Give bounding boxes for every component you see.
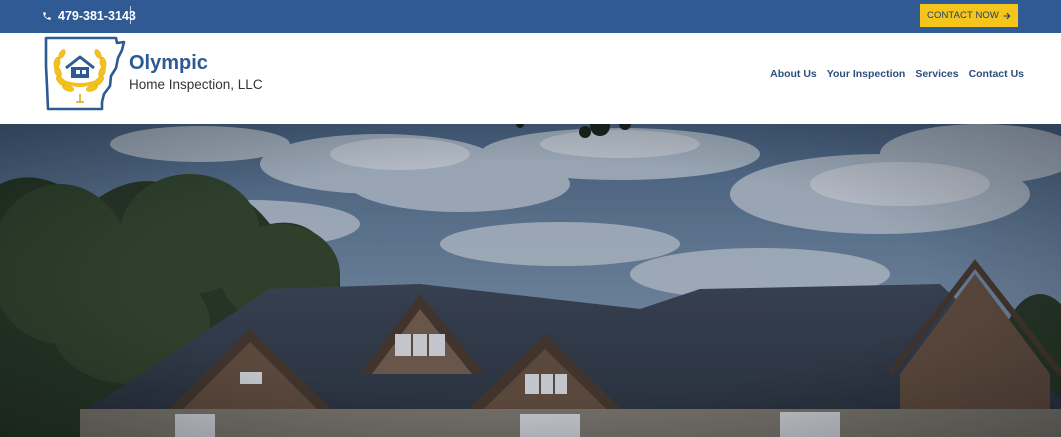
nav-item-services[interactable]: Services — [915, 68, 958, 80]
site-header: Olympic Home Inspection, LLC About Us Yo… — [0, 33, 1061, 124]
hero-image — [0, 124, 1061, 437]
nav-item-about-us[interactable]: About Us — [770, 68, 817, 80]
top-bar: 479-381-3143 CONTACT NOW — [0, 0, 1061, 33]
nav-item-your-inspection[interactable]: Your Inspection — [827, 68, 906, 80]
site-logo[interactable] — [44, 36, 126, 111]
main-nav: About Us Your Inspection Services Contac… — [770, 68, 1024, 80]
contact-now-button[interactable]: CONTACT NOW — [920, 4, 1018, 27]
arrow-right-icon — [1003, 12, 1011, 19]
nav-item-contact-us[interactable]: Contact Us — [969, 68, 1024, 80]
house-exterior-photo — [0, 124, 1061, 437]
contact-now-label: CONTACT NOW — [927, 10, 999, 21]
phone-number: 479-381-3143 — [58, 9, 136, 23]
phone-icon — [43, 12, 51, 20]
topbar-divider — [130, 6, 131, 24]
brand-subtitle: Home Inspection, LLC — [129, 77, 263, 92]
phone-link[interactable]: 479-381-3143 — [42, 7, 136, 25]
logo-icon — [44, 36, 126, 111]
brand-name: Olympic — [129, 52, 208, 74]
